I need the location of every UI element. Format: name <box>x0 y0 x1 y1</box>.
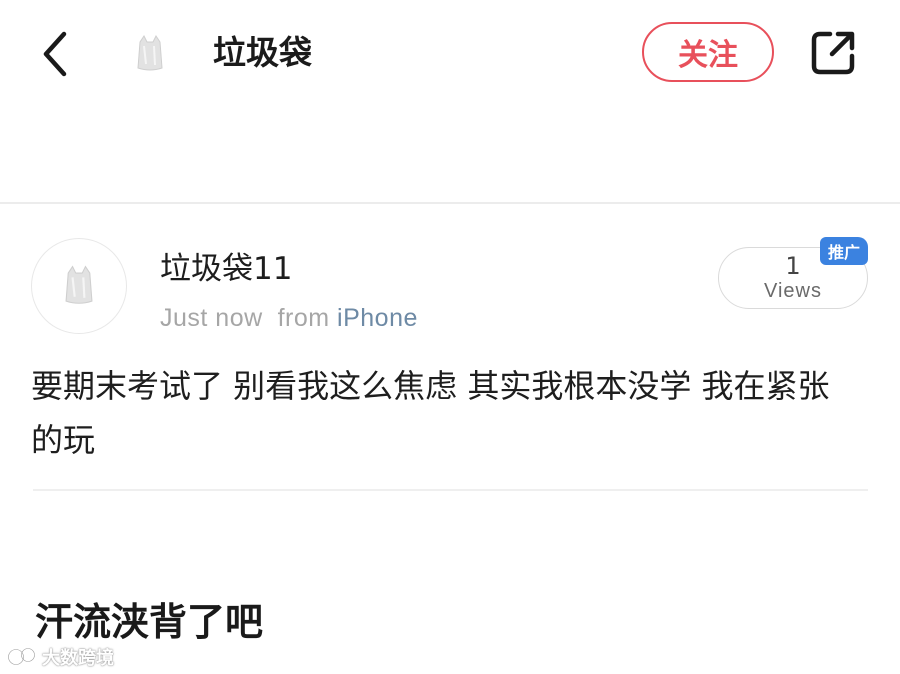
page-title: 垃圾袋 <box>213 33 312 72</box>
follow-button[interactable]: 关注 <box>642 22 774 82</box>
post-username[interactable]: 垃圾袋11 <box>160 250 292 288</box>
header-divider <box>0 202 900 204</box>
post-time: Just now <box>160 304 263 332</box>
views-count: 1 <box>785 252 801 280</box>
promo-badge: 推广 <box>820 237 868 265</box>
post-body: 要期末考试了 别看我这么焦虑 其实我根本没学 我在紧张的玩 <box>31 367 830 459</box>
chevron-left-icon <box>43 31 67 77</box>
post-from-label: from <box>277 304 330 332</box>
watermark-text: 大数跨境 <box>42 648 114 669</box>
share-button[interactable] <box>808 28 858 78</box>
post-meta: Just now from iPhone <box>160 302 418 334</box>
back-button[interactable] <box>36 30 76 78</box>
views-label: Views <box>764 280 822 302</box>
header-avatar[interactable] <box>124 28 176 80</box>
comment-text: 汗流浃背了吧 <box>35 600 264 644</box>
avatar[interactable] <box>31 238 127 334</box>
post-source[interactable]: iPhone <box>337 304 418 332</box>
plastic-bag-icon <box>65 265 93 304</box>
plastic-bag-icon <box>137 35 163 71</box>
external-link-icon <box>811 31 855 75</box>
post-divider <box>33 489 868 491</box>
watermark-logo-icon <box>8 648 35 665</box>
watermark: 大数跨境 <box>8 644 114 670</box>
